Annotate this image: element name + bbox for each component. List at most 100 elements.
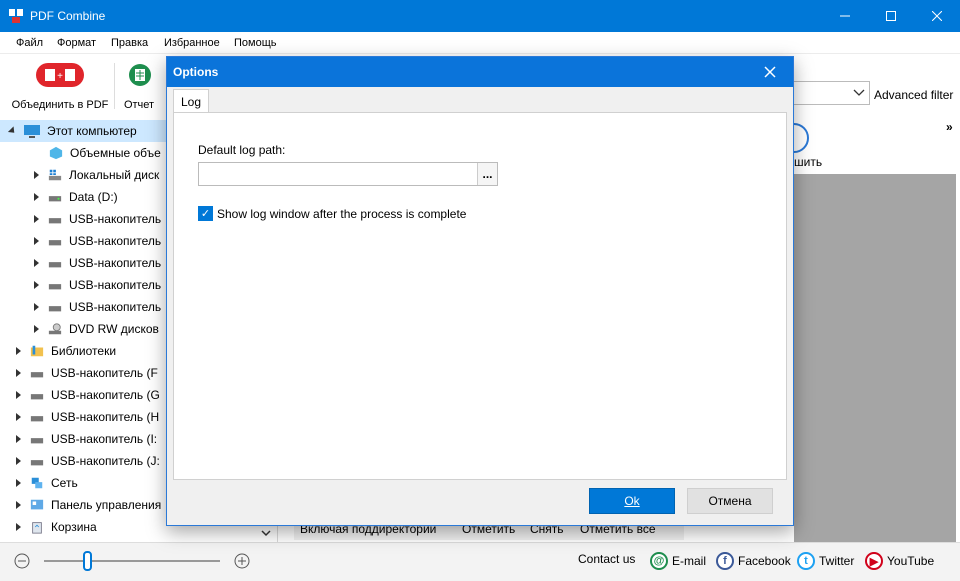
zoom-in-icon[interactable] — [234, 553, 250, 569]
drive-icon — [48, 196, 62, 202]
expand-icon — [16, 501, 21, 509]
tree-label: USB-накопитель — [69, 212, 162, 226]
menu-file[interactable]: Файл — [16, 37, 43, 49]
filter-combobox[interactable] — [794, 81, 870, 105]
facebook-icon: f — [716, 552, 734, 570]
action-circle-icon — [794, 123, 809, 153]
tree-item-3d-objects[interactable]: Объемные объе — [48, 142, 161, 164]
tree-item-usb-h[interactable]: USB-накопитель (H — [16, 406, 159, 428]
browse-button[interactable]: ... — [477, 163, 497, 185]
usb-drive-icon — [30, 460, 44, 466]
expand-icon — [7, 126, 18, 136]
tree-item-usb-f[interactable]: USB-накопитель (F — [16, 362, 158, 384]
tree-item-control-panel[interactable]: Панель управления — [16, 494, 161, 516]
toolbar-divider — [114, 63, 115, 109]
menu-help[interactable]: Помощь — [234, 37, 277, 49]
facebook-link[interactable]: f Facebook — [716, 552, 791, 570]
dialog-title: Options — [173, 65, 219, 79]
tree-item-usb-2[interactable]: USB-накопитель — [34, 230, 161, 252]
default-log-path-label: Default log path: — [198, 143, 286, 157]
tree-item-network[interactable]: Сеть — [16, 472, 78, 494]
show-log-checkbox-row[interactable]: ✓ Show log window after the process is c… — [198, 206, 466, 221]
twitter-link[interactable]: t Twitter — [797, 552, 854, 570]
contact-us-label: Contact us — [578, 552, 636, 566]
show-log-checkbox[interactable]: ✓ — [198, 206, 213, 221]
zoom-out-icon[interactable] — [14, 553, 30, 569]
report-icon — [129, 64, 151, 86]
tree-item-dvd[interactable]: DVD RW дисков — [34, 318, 159, 340]
usb-drive-icon — [48, 284, 62, 290]
window-title: PDF Combine — [30, 9, 106, 23]
tree-item-local-disk[interactable]: Локальный диск — [34, 164, 159, 186]
usb-drive-icon — [30, 438, 44, 444]
tree-item-usb-j[interactable]: USB-накопитель (J: — [16, 450, 160, 472]
log-tab-panel: Default log path: ... ✓ Show log window … — [173, 112, 787, 480]
partial-action-label[interactable]: шить — [794, 155, 822, 169]
svg-text:+: + — [57, 71, 63, 82]
tree-label: USB-накопитель — [69, 300, 162, 314]
tree-item-usb-1[interactable]: USB-накопитель — [34, 208, 161, 230]
twitter-label: Twitter — [819, 554, 855, 568]
twitter-icon: t — [797, 552, 815, 570]
tree-label: USB-накопитель — [69, 256, 162, 270]
expand-icon — [34, 281, 39, 289]
pdf-combine-icon: + — [36, 63, 84, 87]
combine-pdf-button[interactable]: + Объединить в PDF — [8, 61, 112, 113]
menu-favorites[interactable]: Избранное — [164, 37, 220, 49]
usb-drive-icon — [48, 240, 62, 246]
tree-item-data-d[interactable]: Data (D:) — [34, 186, 118, 208]
tree-item-libraries[interactable]: Библиотеки — [16, 340, 116, 362]
tree-item-usb-g[interactable]: USB-накопитель (G — [16, 384, 160, 406]
report-button[interactable]: Отчет — [118, 61, 160, 113]
close-button[interactable] — [914, 0, 960, 32]
expand-icon — [16, 457, 21, 465]
tree-label: Data (D:) — [69, 190, 118, 204]
tree-item-usb-3[interactable]: USB-накопитель — [34, 252, 161, 274]
youtube-link[interactable]: ▶ YouTube — [865, 552, 934, 570]
tree-label: Библиотеки — [51, 344, 117, 358]
library-folder-icon — [30, 345, 44, 357]
email-link[interactable]: @ E-mail — [650, 552, 706, 570]
close-icon — [932, 11, 942, 21]
usb-drive-icon — [30, 416, 44, 422]
tree-label: DVD RW дисков — [69, 322, 159, 336]
youtube-label: YouTube — [887, 554, 935, 568]
zoom-slider-thumb[interactable] — [83, 551, 92, 571]
usb-drive-icon — [48, 306, 62, 312]
ok-button[interactable]: Ok — [589, 488, 675, 514]
expand-icon — [16, 435, 21, 443]
contact-us-link[interactable]: Contact us — [578, 552, 635, 566]
minimize-button[interactable] — [822, 0, 868, 32]
expand-icon — [34, 325, 39, 333]
tree-item-recycle-bin[interactable]: Корзина — [16, 516, 97, 538]
tree-label: USB-накопитель — [69, 278, 162, 292]
maximize-button[interactable] — [868, 0, 914, 32]
app-icon — [9, 9, 23, 23]
combine-pdf-label: Объединить в PDF — [11, 99, 109, 111]
ok-label: Ok — [624, 494, 640, 508]
email-icon: @ — [650, 552, 668, 570]
tree-item-usb-i[interactable]: USB-накопитель (I: — [16, 428, 157, 450]
menu-format[interactable]: Формат — [57, 37, 96, 49]
more-chevron-icon[interactable]: » — [946, 120, 953, 134]
tab-log[interactable]: Log — [173, 89, 209, 113]
tree-label: USB-накопитель (F — [51, 366, 158, 380]
dialog-close-button[interactable] — [747, 57, 793, 87]
advanced-filter-label[interactable]: Advanced filter — [874, 88, 953, 102]
tree-item-usb-5[interactable]: USB-накопитель — [34, 296, 161, 318]
tree-label: Объемные объе — [70, 146, 161, 160]
usb-drive-icon — [30, 372, 44, 378]
dialog-divider — [173, 479, 787, 480]
show-log-checkbox-label: Show log window after the process is com… — [217, 206, 467, 221]
title-bar: PDF Combine — [0, 0, 960, 32]
expand-icon — [34, 303, 39, 311]
tree-label: Этот компьютер — [47, 124, 137, 138]
menu-edit[interactable]: Правка — [111, 37, 148, 49]
tree-item-usb-4[interactable]: USB-накопитель — [34, 274, 161, 296]
preview-area — [794, 174, 956, 544]
cancel-button[interactable]: Отмена — [687, 488, 773, 514]
scroll-down-icon[interactable] — [260, 530, 272, 538]
log-path-input[interactable]: ... — [198, 162, 498, 186]
menu-bar: Файл Формат Правка Избранное Помощь — [0, 32, 960, 54]
zoom-slider-track[interactable] — [44, 560, 220, 562]
